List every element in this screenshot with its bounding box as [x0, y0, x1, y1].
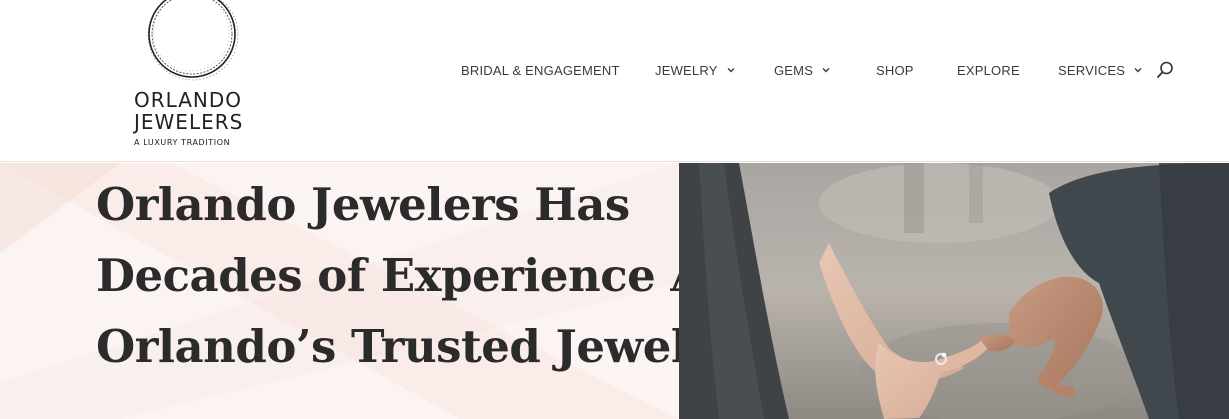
nav-item-label: EXPLORE: [957, 62, 1020, 78]
couple-holding-hands-image: [679, 163, 1229, 419]
hero-photo: [679, 163, 1229, 419]
hero-text-panel: Orlando Jewelers Has Decades of Experien…: [0, 163, 679, 419]
nav-item-jewelry[interactable]: JEWELRY: [655, 63, 774, 78]
nav-item-bridal-engagement[interactable]: BRIDAL & ENGAGEMENT: [461, 63, 655, 78]
logo-tagline: A LUXURY TRADITION: [134, 138, 231, 147]
chevron-down-icon: [822, 68, 830, 73]
logo-ring-icon: [147, 0, 239, 81]
nav-item-label: SERVICES: [1058, 62, 1126, 78]
nav-item-explore[interactable]: EXPLORE: [957, 63, 1058, 78]
chevron-down-icon: [727, 68, 735, 73]
logo-wordmark: ORLANDO JEWELERS: [134, 89, 243, 133]
nav-item-label: GEMS: [774, 62, 814, 78]
hero-title: Orlando Jewelers Has Decades of Experien…: [96, 169, 679, 382]
logo[interactable]: ORLANDO JEWELERS A LUXURY TRADITION: [120, 0, 270, 160]
hero-title-line2: Decades of Experience As: [96, 249, 679, 302]
hero-section: Orlando Jewelers Has Decades of Experien…: [0, 163, 1229, 419]
hero-title-line3: Orlando’s Trusted Jeweler: [96, 320, 679, 373]
nav-item-label: BRIDAL & ENGAGEMENT: [461, 62, 620, 78]
nav-item-shop[interactable]: SHOP: [876, 63, 957, 78]
hero-title-line1: Orlando Jewelers Has: [96, 178, 630, 231]
chevron-down-icon: [1134, 68, 1142, 73]
site-header: ORLANDO JEWELERS A LUXURY TRADITION BRID…: [0, 0, 1229, 162]
main-nav: BRIDAL & ENGAGEMENT JEWELRY GEMS SHOP EX…: [461, 60, 1143, 80]
nav-item-label: JEWELRY: [655, 62, 718, 78]
nav-item-gems[interactable]: GEMS: [774, 63, 876, 78]
logo-name-line2: JEWELERS: [134, 110, 244, 134]
search-icon[interactable]: [1155, 60, 1175, 80]
nav-item-services[interactable]: SERVICES: [1058, 63, 1143, 78]
logo-name-line1: ORLANDO: [134, 88, 243, 112]
nav-item-label: SHOP: [876, 62, 914, 78]
